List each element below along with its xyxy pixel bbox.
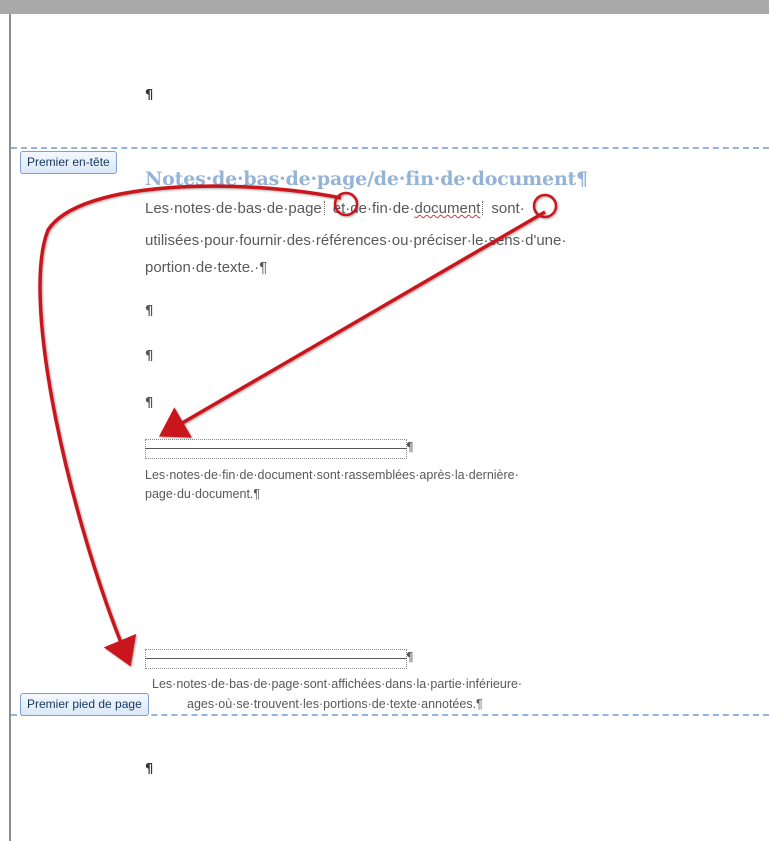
- endnote-arrow: [158, 210, 546, 438]
- footnote-arrow: [38, 184, 342, 667]
- annotation-arrows-overlay: [38, 184, 558, 667]
